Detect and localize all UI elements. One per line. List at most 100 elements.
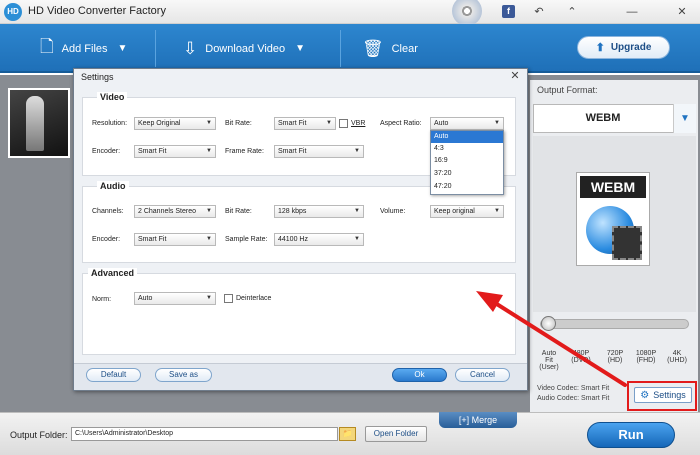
run-button[interactable]: Run <box>587 422 675 448</box>
chevron-down-icon: ▼ <box>206 236 212 242</box>
close-icon[interactable]: ✕ <box>508 69 522 83</box>
chevron-down-icon: ▼ <box>494 208 500 214</box>
quality-slider[interactable] <box>540 319 689 329</box>
audio-group-title: Audio <box>97 181 129 191</box>
quality-slider-handle[interactable] <box>541 316 556 331</box>
resolution-select[interactable]: Keep Original ▼ <box>134 117 216 130</box>
ok-button[interactable]: Ok <box>392 368 447 382</box>
audio-bitrate-label: Bit Rate: <box>225 208 252 215</box>
facebook-icon[interactable]: f <box>502 5 515 18</box>
aspect-option[interactable]: 16:9 <box>431 155 503 167</box>
output-format-value[interactable]: WEBM <box>533 104 673 133</box>
audio-encoder-label: Encoder: <box>92 236 121 243</box>
audio-codec-text: Audio Codec: Smart Fit <box>537 395 610 402</box>
vbr-label[interactable]: VBR <box>351 120 365 127</box>
chevron-down-icon: ▼ <box>354 236 360 242</box>
trash-icon: 🗑 <box>362 38 384 58</box>
chevron-down-icon: ▼ <box>354 148 360 154</box>
default-button[interactable]: Default <box>86 368 141 382</box>
quality-label: Auto Fit (User) <box>539 350 559 371</box>
aspect-ratio-label: Aspect Ratio: <box>380 120 422 127</box>
video-codec-text: Video Codec: Smart Fit <box>537 385 610 392</box>
volume-select[interactable]: Keep original ▼ <box>430 205 504 218</box>
output-folder-label: Output Folder: <box>10 430 68 440</box>
chevron-down-icon: ▼ <box>326 120 332 126</box>
download-video-label: Download Video <box>205 42 286 55</box>
film-strip-icon <box>612 226 642 260</box>
video-bitrate-label: Bit Rate: <box>225 120 252 127</box>
aspect-ratio-select[interactable]: Auto ▼ <box>430 117 504 130</box>
add-files-button[interactable]: 🗋 Add Files ▼ <box>40 24 127 73</box>
channels-select[interactable]: 2 Channels Stereo ▼ <box>134 205 216 218</box>
frame-rate-label: Frame Rate: <box>225 148 264 155</box>
share-icon[interactable]: ⌃ <box>560 2 584 22</box>
audio-encoder-select[interactable]: Smart Fit ▼ <box>134 233 216 246</box>
norm-select[interactable]: Auto ▼ <box>134 292 216 305</box>
vbr-checkbox[interactable] <box>339 119 348 128</box>
sample-rate-select[interactable]: 44100 Hz ▼ <box>274 233 364 246</box>
aspect-option[interactable]: 4:3 <box>431 143 503 155</box>
upgrade-label: Upgrade <box>610 42 652 53</box>
thumbnail-figure <box>26 96 44 151</box>
chevron-down-icon: ▼ <box>354 208 360 214</box>
deinterlace-checkbox[interactable] <box>224 294 233 303</box>
chevron-down-icon: ▼ <box>117 43 128 54</box>
aspect-option[interactable]: 47:20 <box>431 181 503 193</box>
merge-label: Merge <box>471 415 498 425</box>
app-logo-icon: HD <box>4 3 22 21</box>
quality-label: 720P (HD) <box>606 350 624 364</box>
app-title: HD Video Converter Factory <box>28 5 166 17</box>
add-files-label: Add Files <box>61 42 108 55</box>
audio-bitrate-select[interactable]: 128 kbps ▼ <box>274 205 364 218</box>
save-as-button[interactable]: Save as <box>155 368 212 382</box>
chevron-down-icon: ▼ <box>494 120 500 126</box>
toolbar-divider <box>155 30 156 67</box>
advanced-group <box>82 273 516 355</box>
folder-icon[interactable]: 📁 <box>339 427 356 441</box>
deinterlace-label[interactable]: Deinterlace <box>236 295 271 302</box>
chevron-down-icon: ▼ <box>206 295 212 301</box>
undo-icon[interactable]: ↶ <box>527 2 551 22</box>
frame-rate-select[interactable]: Smart Fit ▼ <box>274 145 364 158</box>
chevron-down-icon: ▼ <box>206 148 212 154</box>
aspect-option[interactable]: 37:20 <box>431 168 503 180</box>
audio-group <box>82 186 516 263</box>
quality-label: 480P (DVD) <box>571 350 591 364</box>
merge-icon: [+] <box>458 415 470 425</box>
download-video-button[interactable]: ⇩ Download Video ▼ <box>183 24 305 73</box>
output-format-label: Output Format: <box>537 85 598 95</box>
cancel-button[interactable]: Cancel <box>455 368 510 382</box>
dialog-title: Settings <box>81 72 114 82</box>
quality-label: 4K (UHD) <box>667 350 687 364</box>
webm-icon-label: WEBM <box>580 176 646 198</box>
video-encoder-select[interactable]: Smart Fit ▼ <box>134 145 216 158</box>
output-folder-input[interactable]: C:\Users\Administrator\Desktop <box>71 427 338 441</box>
advanced-group-title: Advanced <box>88 268 138 278</box>
arrow-up-icon: ⬆ <box>595 42 605 54</box>
sample-rate-label: Sample Rate: <box>225 236 268 243</box>
video-bitrate-select[interactable]: Smart Fit ▼ <box>274 117 336 130</box>
annotation-highlight-box <box>627 381 697 411</box>
chevron-down-icon: ▼ <box>206 208 212 214</box>
clear-label: Clear <box>391 42 418 55</box>
close-window-button[interactable]: ✕ <box>670 2 694 22</box>
download-icon: ⇩ <box>183 38 198 58</box>
norm-label: Norm: <box>92 296 112 303</box>
open-folder-button[interactable]: Open Folder <box>365 426 427 442</box>
channels-label: Channels: <box>92 208 124 215</box>
clear-button[interactable]: 🗑 Clear <box>362 24 418 73</box>
minimize-button[interactable]: — <box>620 2 644 22</box>
merge-button[interactable]: [+] Merge <box>439 412 517 428</box>
quality-label: 1080P (FHD) <box>635 350 657 364</box>
chevron-down-icon[interactable]: ▼ <box>673 104 696 133</box>
chevron-down-icon: ▼ <box>295 43 306 54</box>
aspect-option[interactable]: Auto <box>431 131 503 143</box>
toolbar-divider <box>340 30 341 67</box>
add-file-icon: 🗋 <box>40 37 54 56</box>
upgrade-button[interactable]: ⬆ Upgrade <box>577 36 670 59</box>
resolution-label: Resolution: <box>92 120 128 127</box>
video-encoder-label: Encoder: <box>92 148 121 155</box>
volume-label: Volume: <box>380 208 406 215</box>
video-group-title: Video <box>97 92 128 102</box>
chevron-down-icon: ▼ <box>206 120 212 126</box>
